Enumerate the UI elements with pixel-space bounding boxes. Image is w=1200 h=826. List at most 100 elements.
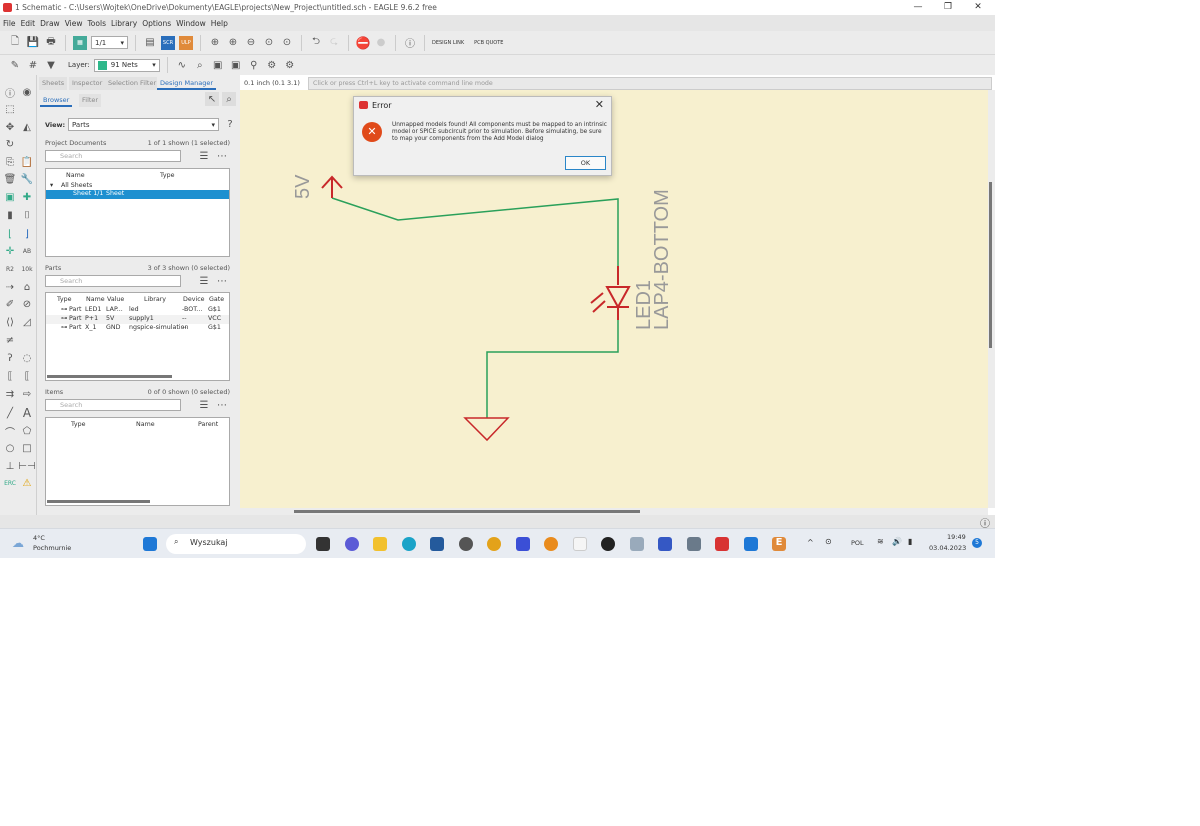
label-icon[interactable]: AB bbox=[20, 244, 34, 258]
optimize-icon[interactable]: ʔ bbox=[3, 351, 17, 365]
menu-options[interactable]: Options bbox=[142, 19, 171, 28]
menu-window[interactable]: Window bbox=[176, 19, 206, 28]
print-icon[interactable]: 🖶 bbox=[44, 36, 58, 50]
task-view-icon[interactable] bbox=[316, 537, 330, 551]
dimension-icon[interactable]: ⊥ bbox=[3, 459, 17, 473]
help-icon[interactable]: ⓘ bbox=[403, 36, 417, 50]
more-icon[interactable]: ⋯ bbox=[215, 398, 229, 412]
weather-desc[interactable]: Pochmurnie bbox=[33, 544, 71, 552]
gate-swap-icon[interactable]: ▮ bbox=[3, 208, 17, 222]
table-row[interactable]: ⊶ Part X_1 GND ngspice-simulation -- G$1 bbox=[46, 324, 229, 333]
module-icon[interactable]: ⟦ bbox=[3, 369, 17, 383]
sim-run-icon[interactable]: ⚙ bbox=[283, 58, 297, 72]
help-icon[interactable]: ? bbox=[223, 117, 237, 131]
scr-icon[interactable]: SCR bbox=[161, 35, 175, 50]
probe-icon[interactable]: ⌕ bbox=[193, 58, 207, 72]
rotate-icon[interactable]: ↻ bbox=[3, 137, 17, 151]
project-docs-search[interactable]: Search bbox=[45, 150, 181, 162]
undo-icon[interactable]: ⮌ bbox=[309, 36, 323, 50]
app-icon[interactable] bbox=[601, 537, 615, 551]
tab-selection-filter[interactable]: Selection Filter bbox=[105, 77, 160, 90]
start-icon[interactable] bbox=[143, 537, 157, 551]
eagle-taskbar-icon[interactable]: E bbox=[772, 537, 786, 551]
connect-icon[interactable]: ⟨⟩ bbox=[3, 315, 17, 329]
smash-icon[interactable]: ⇢ bbox=[3, 280, 17, 294]
table-row[interactable]: ⊶ Part LED1 LAP... led -BOT... G$1 bbox=[46, 306, 229, 315]
layer-select[interactable]: 91 Nets ▾ bbox=[93, 58, 160, 72]
text-icon[interactable]: A bbox=[20, 406, 34, 420]
calculator-icon[interactable] bbox=[687, 537, 701, 551]
weather-temp[interactable]: 4°C bbox=[33, 534, 45, 542]
measure-icon[interactable]: ⊢⊣ bbox=[18, 459, 35, 473]
menu-library[interactable]: Library bbox=[111, 19, 137, 28]
notepad-icon[interactable] bbox=[573, 537, 587, 551]
ulp-icon[interactable]: ULP bbox=[179, 35, 193, 50]
polygon-icon[interactable]: ⬠ bbox=[20, 424, 34, 438]
parts-search[interactable]: Search bbox=[45, 275, 181, 287]
dialog-close-button[interactable]: ✕ bbox=[595, 98, 604, 111]
net-icon[interactable]: ⌊ bbox=[3, 227, 17, 241]
paste-icon[interactable]: 📋 bbox=[20, 155, 34, 169]
zoom-out-icon[interactable]: ⊖ bbox=[244, 36, 258, 50]
wifi-icon[interactable]: ≋ bbox=[877, 537, 884, 546]
zoom-in-icon[interactable]: ⊕ bbox=[226, 36, 240, 50]
store-icon[interactable] bbox=[430, 537, 444, 551]
app-icon[interactable] bbox=[544, 537, 558, 551]
chrome-icon[interactable] bbox=[487, 537, 501, 551]
port-icon[interactable]: ⟦ bbox=[20, 369, 34, 383]
menu-draw[interactable]: Draw bbox=[40, 19, 60, 28]
menu-view[interactable]: View bbox=[65, 19, 83, 28]
circle-icon[interactable]: ○ bbox=[3, 441, 17, 455]
add-part-icon[interactable]: ▣ bbox=[3, 190, 17, 204]
value-icon[interactable]: 10k bbox=[20, 262, 34, 276]
teams-icon[interactable] bbox=[345, 537, 359, 551]
go-icon[interactable]: ● bbox=[374, 36, 388, 50]
column-type[interactable]: Type bbox=[160, 172, 174, 179]
battery-icon[interactable]: ▮ bbox=[908, 537, 912, 546]
pin-swap-icon[interactable]: ⌷ bbox=[20, 208, 34, 222]
close-button[interactable]: ✕ bbox=[963, 0, 993, 15]
group-icon[interactable]: ⬚ bbox=[3, 102, 17, 116]
junction-icon[interactable]: ✛ bbox=[3, 244, 17, 258]
eraser-icon[interactable]: ✎ bbox=[8, 58, 22, 72]
design-link-button[interactable]: DESIGN LINK bbox=[432, 40, 464, 46]
attribute-icon[interactable]: ⌂ bbox=[20, 280, 34, 294]
volume-icon[interactable]: 🔊 bbox=[892, 537, 902, 546]
line-icon[interactable]: ╱ bbox=[3, 406, 17, 420]
notification-badge[interactable]: 5 bbox=[972, 538, 982, 548]
stop-icon[interactable]: ⛔ bbox=[356, 36, 371, 50]
ripup-icon[interactable]: ◌ bbox=[20, 351, 34, 365]
list-view-icon[interactable]: ☰ bbox=[197, 274, 211, 288]
sim-settings-icon[interactable]: ⚙ bbox=[265, 58, 279, 72]
split-icon[interactable]: ◿ bbox=[20, 315, 34, 329]
horizontal-scrollbar[interactable] bbox=[47, 375, 172, 378]
zoom-tool-icon[interactable]: ⌕ bbox=[222, 92, 236, 106]
items-search[interactable]: Search bbox=[45, 399, 181, 411]
horizontal-scrollbar[interactable] bbox=[47, 500, 150, 503]
status-info-icon[interactable]: ⓘ bbox=[978, 515, 992, 530]
cam-icon[interactable]: ▦ bbox=[73, 35, 87, 50]
column-name[interactable]: Name bbox=[66, 172, 85, 179]
wrench-icon[interactable]: 🔧 bbox=[20, 172, 34, 186]
list-item[interactable]: Sheet 1/1 Sheet bbox=[46, 190, 229, 199]
app-icon[interactable] bbox=[744, 537, 758, 551]
tab-filter[interactable]: Filter bbox=[79, 94, 102, 107]
clock-date[interactable]: 03.04.2023 bbox=[929, 544, 966, 552]
save-app-icon[interactable] bbox=[658, 537, 672, 551]
more-icon[interactable]: ⋯ bbox=[215, 149, 229, 163]
taskbar-search[interactable]: Wyszukaj ⌕ bbox=[166, 534, 306, 554]
show-icon[interactable]: ◉ bbox=[20, 85, 34, 99]
arrow-port-icon[interactable]: ⇨ bbox=[20, 387, 34, 401]
info-icon[interactable]: ⓘ bbox=[3, 85, 17, 100]
zoom-fit-icon[interactable]: ⊕ bbox=[208, 36, 222, 50]
minimize-button[interactable]: — bbox=[903, 0, 933, 15]
name-icon[interactable]: R2 bbox=[3, 262, 17, 276]
app-icon[interactable] bbox=[630, 537, 644, 551]
app-icon[interactable] bbox=[715, 537, 729, 551]
menu-tools[interactable]: Tools bbox=[88, 19, 106, 28]
erc-icon[interactable]: ERC bbox=[3, 476, 17, 490]
arc-icon[interactable]: ⌒ bbox=[3, 424, 17, 439]
script-icon[interactable]: ▤ bbox=[143, 36, 157, 50]
zoom-redraw-icon[interactable]: ⊙ bbox=[262, 36, 276, 50]
language-indicator[interactable]: POL bbox=[851, 539, 864, 547]
